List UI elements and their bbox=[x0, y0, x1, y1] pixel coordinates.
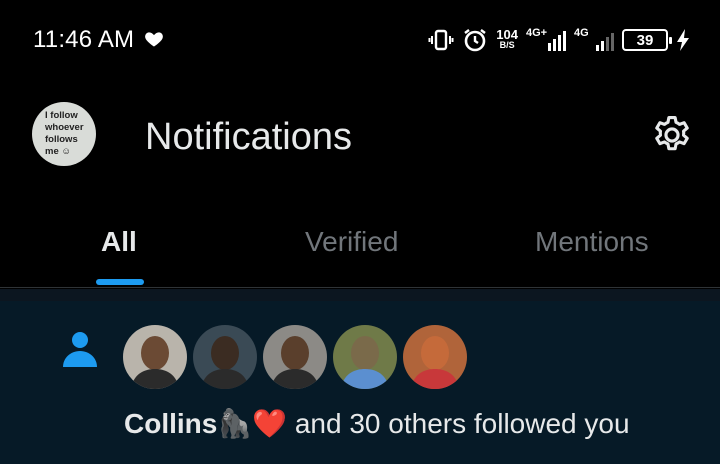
battery-level: 39 bbox=[636, 31, 654, 49]
tab-active-indicator bbox=[96, 279, 144, 285]
signal-sim2-icon: 4G bbox=[574, 27, 614, 51]
follower-avatar[interactable] bbox=[263, 325, 327, 389]
battery-icon: 39 bbox=[622, 29, 672, 51]
signal-sim1-label: 4G+ bbox=[526, 27, 548, 39]
alarm-icon bbox=[464, 29, 487, 52]
follower-avatar[interactable] bbox=[403, 325, 467, 389]
tab-all[interactable]: All bbox=[0, 196, 240, 288]
follower-avatars bbox=[123, 325, 467, 389]
tab-all-label: All bbox=[101, 226, 137, 257]
tab-verified[interactable]: Verified bbox=[240, 196, 480, 288]
follower-name[interactable]: Collins bbox=[124, 408, 217, 439]
follower-avatar[interactable] bbox=[193, 325, 257, 389]
page-title: Notifications bbox=[145, 116, 352, 158]
header: I follow whoever follows me ☺ Notifications bbox=[0, 80, 720, 196]
heart-icon bbox=[145, 32, 163, 47]
tab-verified-label: Verified bbox=[305, 226, 399, 257]
notification-item[interactable]: Collins🦍❤️ and 30 others followed you bbox=[0, 301, 720, 464]
follower-avatar[interactable] bbox=[333, 325, 397, 389]
signal-sim1-icon: 4G+ bbox=[526, 27, 566, 51]
status-bar: 11:46 AM 104 B/S 4G+ 4G 39 bbox=[0, 0, 720, 80]
network-speed-unit: B/S bbox=[499, 40, 515, 50]
status-time: 11:46 AM bbox=[33, 26, 135, 53]
status-icons: 104 B/S 4G+ 4G 39 bbox=[428, 24, 690, 56]
notification-list: Collins🦍❤️ and 30 others followed you bbox=[0, 289, 720, 464]
follower-avatar[interactable] bbox=[123, 325, 187, 389]
network-speed-value: 104 bbox=[496, 27, 518, 42]
tab-mentions-label: Mentions bbox=[535, 226, 649, 257]
avatar-text-line: me ☺ bbox=[45, 146, 72, 157]
notification-text: Collins🦍❤️ and 30 others followed you bbox=[124, 407, 630, 440]
gear-icon[interactable] bbox=[650, 113, 694, 157]
follower-emojis: 🦍❤️ bbox=[217, 408, 288, 439]
person-follow-icon bbox=[63, 332, 97, 367]
tab-mentions[interactable]: Mentions bbox=[480, 196, 720, 288]
avatar-text-line: follows bbox=[45, 134, 78, 145]
avatar-text-line: I follow bbox=[45, 110, 78, 121]
signal-sim2-label: 4G bbox=[574, 27, 589, 39]
profile-avatar[interactable]: I follow whoever follows me ☺ bbox=[32, 102, 96, 166]
avatar-text-line: whoever bbox=[45, 122, 84, 133]
charging-bolt-icon bbox=[677, 29, 689, 51]
network-speed: 104 B/S bbox=[496, 27, 518, 51]
notification-message: and 30 others followed you bbox=[287, 408, 630, 439]
vibrate-icon bbox=[428, 29, 454, 51]
notification-tabs: All Verified Mentions bbox=[0, 196, 720, 288]
